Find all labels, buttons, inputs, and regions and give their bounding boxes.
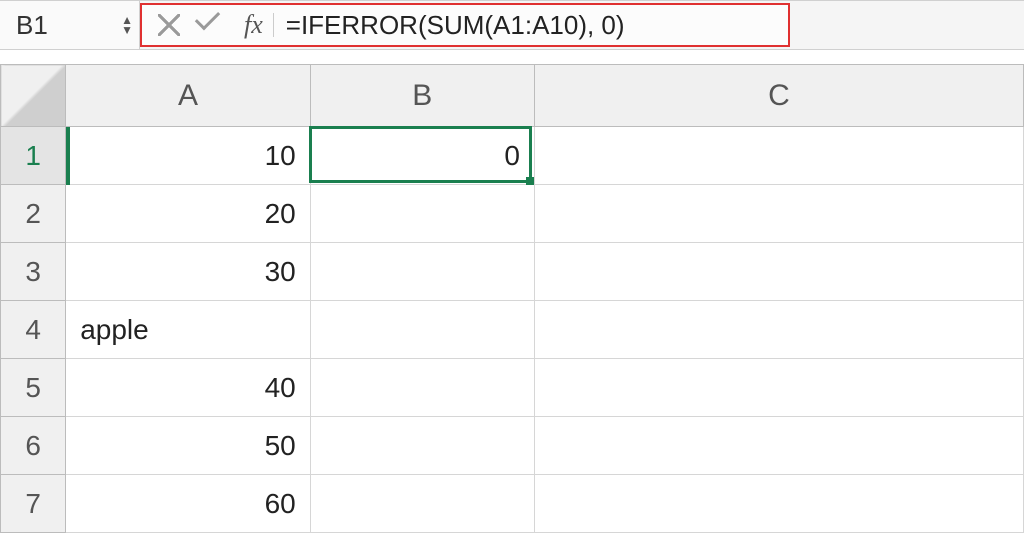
col-header-B[interactable]: B bbox=[310, 65, 534, 127]
active-row-indicator bbox=[66, 127, 70, 185]
cell-B1[interactable]: 0 bbox=[310, 127, 534, 185]
cell-B2[interactable] bbox=[310, 185, 534, 243]
row-header-2[interactable]: 2 bbox=[1, 185, 66, 243]
cell-B4[interactable] bbox=[310, 301, 534, 359]
spreadsheet-grid[interactable]: A B C 1 10 0 2 20 3 30 bbox=[0, 64, 1024, 533]
formula-bar-highlight: fx bbox=[140, 3, 790, 47]
name-box-stepper[interactable]: ▲ ▼ bbox=[121, 15, 139, 35]
cell-A1[interactable]: 10 bbox=[66, 127, 311, 185]
cell-B7[interactable] bbox=[310, 475, 534, 533]
cell-A5[interactable]: 40 bbox=[66, 359, 311, 417]
table-row: 7 60 bbox=[1, 475, 1024, 533]
cell-B6[interactable] bbox=[310, 417, 534, 475]
name-box-value: B1 bbox=[16, 10, 48, 41]
cell-C5[interactable] bbox=[534, 359, 1023, 417]
cell-C2[interactable] bbox=[534, 185, 1023, 243]
formula-bar-controls bbox=[142, 14, 234, 36]
row-header-4[interactable]: 4 bbox=[1, 301, 66, 359]
formula-input[interactable] bbox=[274, 9, 788, 42]
table-row: 3 30 bbox=[1, 243, 1024, 301]
select-all-corner[interactable] bbox=[1, 65, 66, 127]
enter-icon[interactable] bbox=[196, 14, 218, 36]
table-row: 2 20 bbox=[1, 185, 1024, 243]
cell-C7[interactable] bbox=[534, 475, 1023, 533]
cell-A3[interactable]: 30 bbox=[66, 243, 311, 301]
cell-C1[interactable] bbox=[534, 127, 1023, 185]
cell-A6[interactable]: 50 bbox=[66, 417, 311, 475]
cell-B5[interactable] bbox=[310, 359, 534, 417]
row-header-5[interactable]: 5 bbox=[1, 359, 66, 417]
row-header-7[interactable]: 7 bbox=[1, 475, 66, 533]
formula-bar: B1 ▲ ▼ fx bbox=[0, 0, 1024, 50]
cancel-icon[interactable] bbox=[158, 14, 180, 36]
cell-A4[interactable]: apple bbox=[66, 301, 311, 359]
cell-C6[interactable] bbox=[534, 417, 1023, 475]
table-row: 1 10 0 bbox=[1, 127, 1024, 185]
cell-A2[interactable]: 20 bbox=[66, 185, 311, 243]
row-header-3[interactable]: 3 bbox=[1, 243, 66, 301]
cell-B3[interactable] bbox=[310, 243, 534, 301]
stepper-down-icon[interactable]: ▼ bbox=[121, 25, 133, 35]
name-box[interactable]: B1 ▲ ▼ bbox=[0, 1, 140, 49]
row-header-6[interactable]: 6 bbox=[1, 417, 66, 475]
row-header-1[interactable]: 1 bbox=[1, 127, 66, 185]
cell-A7[interactable]: 60 bbox=[66, 475, 311, 533]
col-header-A[interactable]: A bbox=[66, 65, 311, 127]
table-row: 6 50 bbox=[1, 417, 1024, 475]
fx-label[interactable]: fx bbox=[234, 10, 273, 40]
table-row: 5 40 bbox=[1, 359, 1024, 417]
cell-C3[interactable] bbox=[534, 243, 1023, 301]
cell-C4[interactable] bbox=[534, 301, 1023, 359]
table-row: 4 apple bbox=[1, 301, 1024, 359]
col-header-C[interactable]: C bbox=[534, 65, 1023, 127]
